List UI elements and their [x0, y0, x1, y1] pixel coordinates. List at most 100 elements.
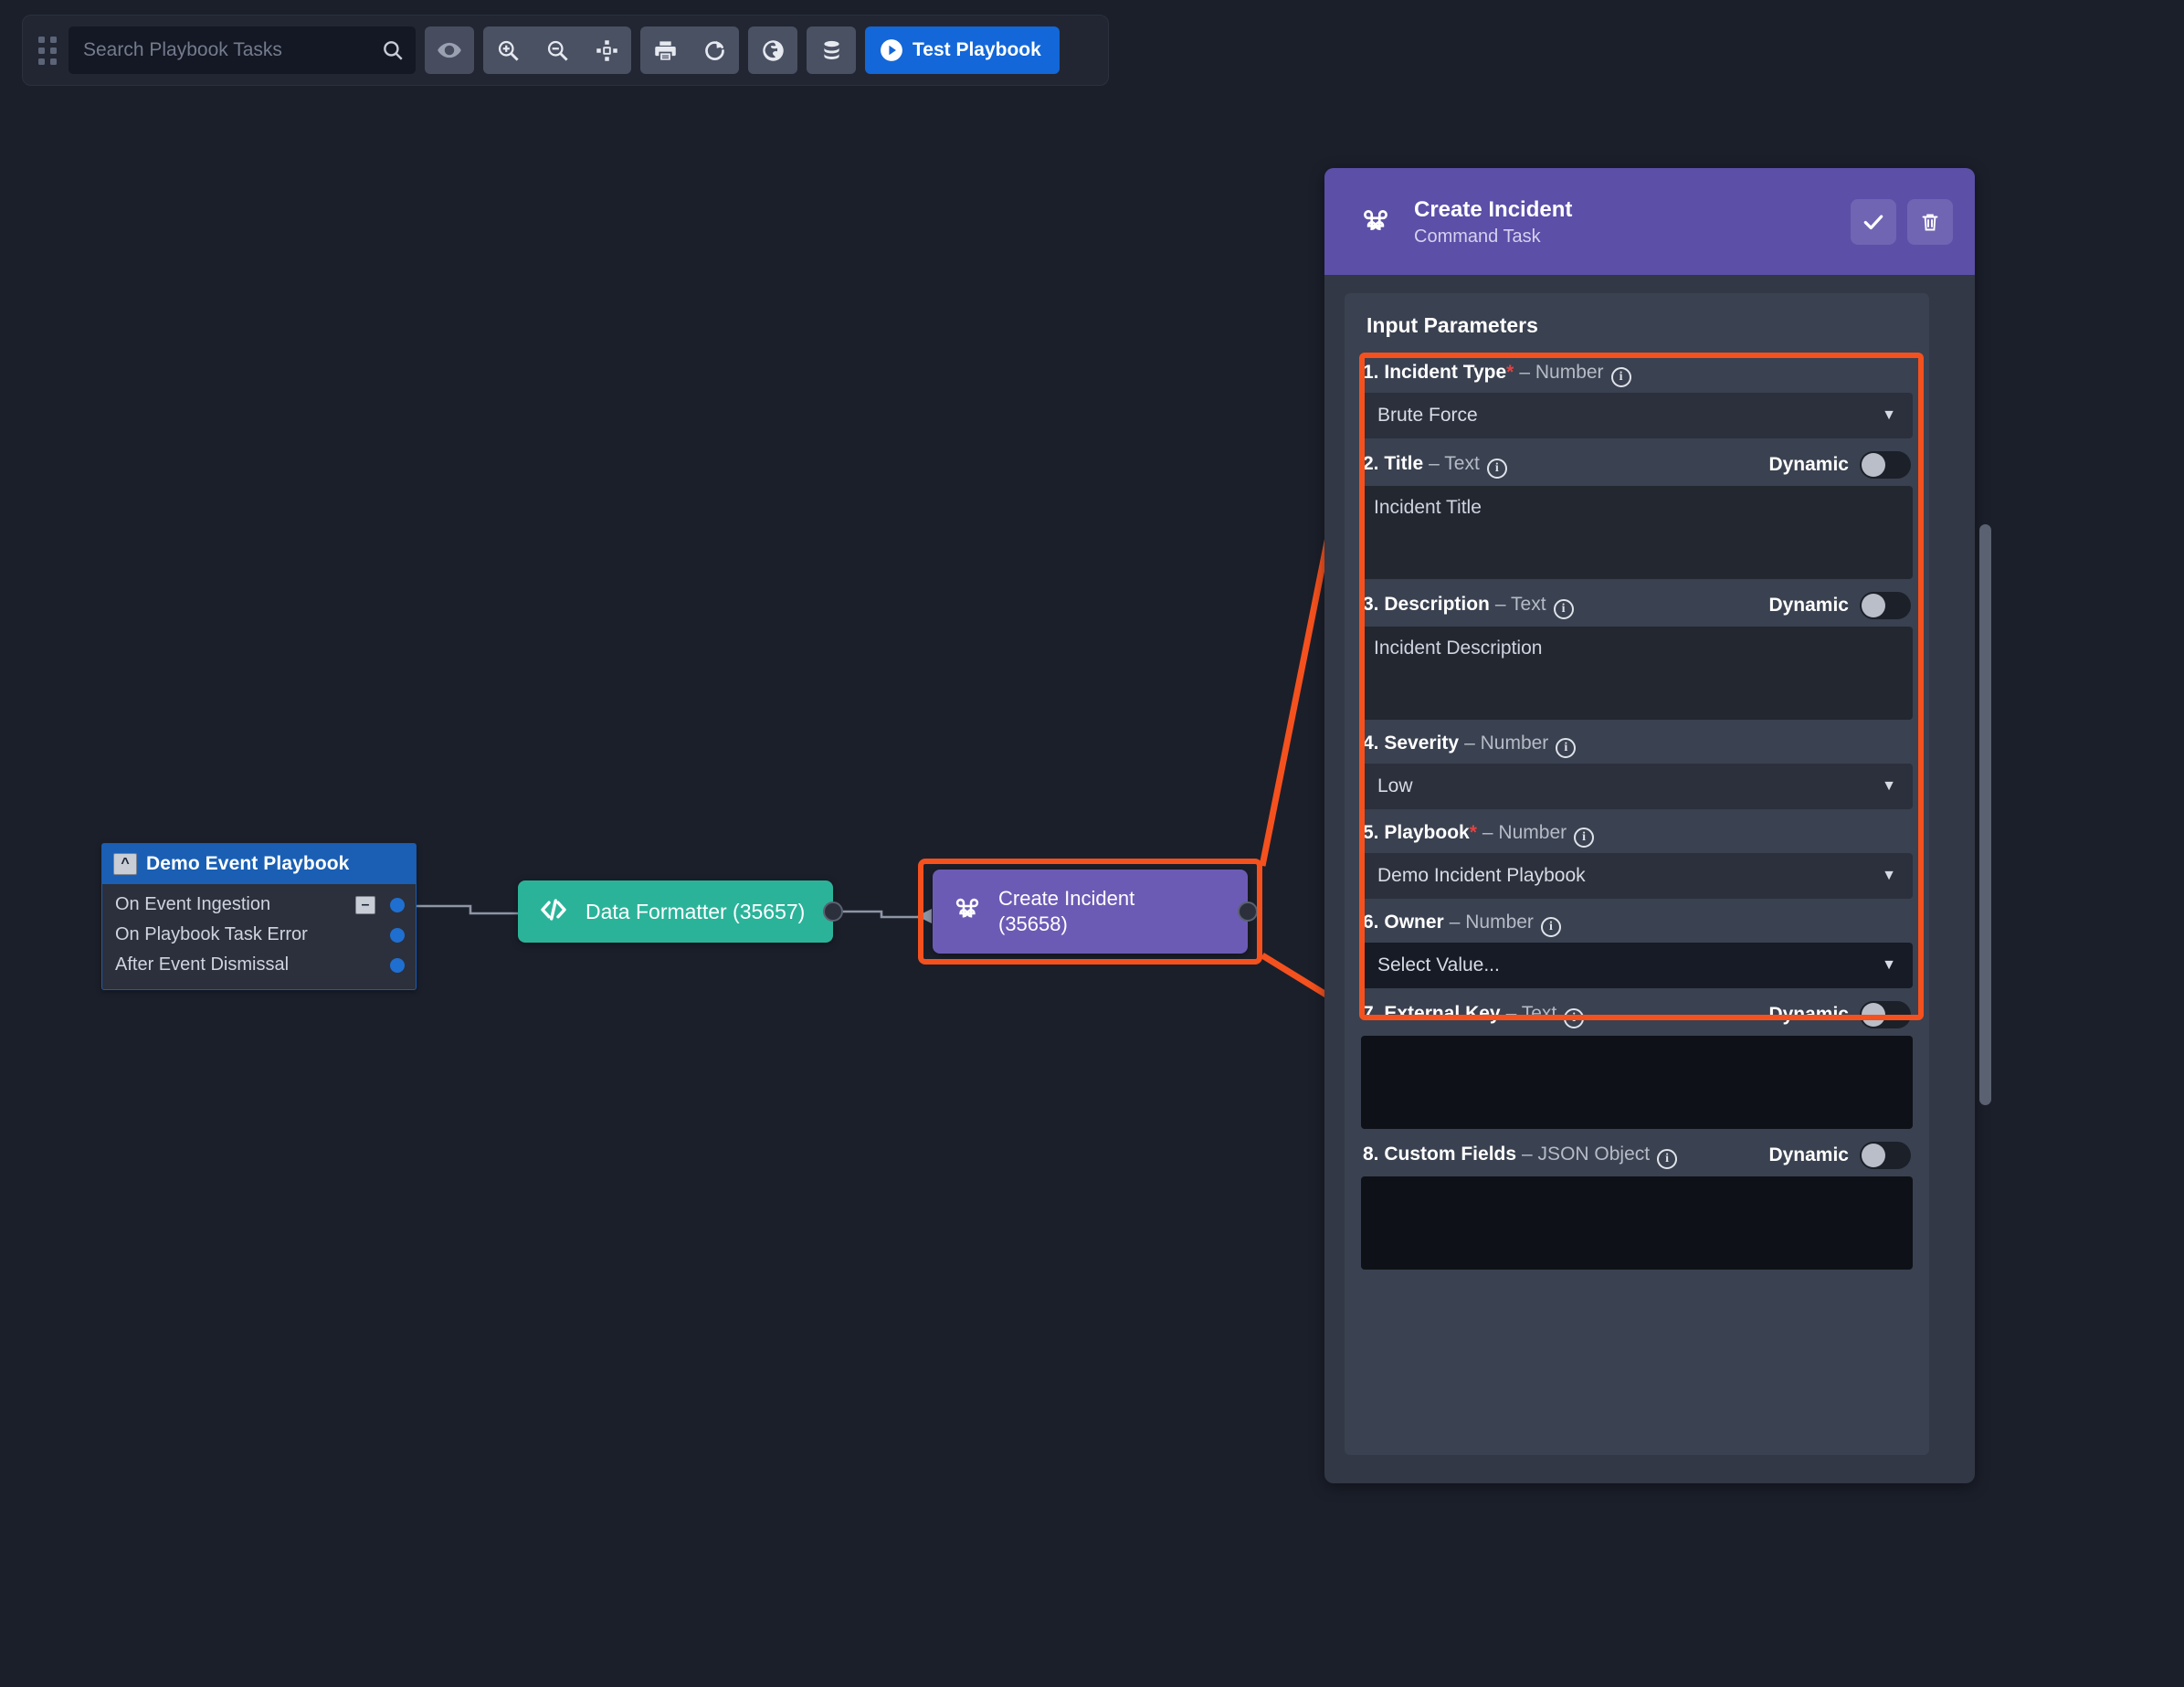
dynamic-toggle[interactable]	[1860, 1142, 1911, 1169]
incident-type-select[interactable]: Brute Force ▼	[1361, 393, 1913, 438]
test-playbook-button[interactable]: Test Playbook	[865, 26, 1060, 74]
fit-screen-icon[interactable]	[582, 26, 631, 74]
trigger-row-label: After Event Dismissal	[115, 954, 289, 975]
globe-icon[interactable]	[748, 26, 797, 74]
refresh-icon[interactable]	[690, 26, 739, 74]
info-icon[interactable]: i	[1487, 459, 1507, 479]
dynamic-toggle[interactable]	[1860, 592, 1911, 619]
trigger-node[interactable]: ^ Demo Event Playbook On Event Ingestion…	[101, 843, 417, 990]
dynamic-toggle-wrap: Dynamic	[1768, 1001, 1911, 1028]
param-label: 2. Title – Text i	[1363, 453, 1507, 477]
param-label: 1. Incident Type* – Number i	[1363, 362, 1631, 385]
param-type: – Number	[1464, 733, 1548, 754]
zoom-button-group	[483, 26, 631, 74]
param-label: 5. Playbook* – Number i	[1363, 822, 1594, 846]
param-title: 2. Title – Text i Dynamic Incident Title	[1361, 442, 1913, 583]
panel-header-subtitle: Command Task	[1414, 227, 1851, 248]
param-type: – JSON Object	[1522, 1144, 1650, 1165]
database-button-group	[807, 26, 856, 74]
param-type: – Text	[1506, 1003, 1557, 1025]
param-type: – Number	[1482, 822, 1567, 844]
zoom-in-icon[interactable]	[483, 26, 533, 74]
trigger-row-on-event-ingestion[interactable]: On Event Ingestion –	[102, 890, 416, 920]
toggle-knob	[1862, 453, 1885, 477]
page-title: Create Incident	[1414, 197, 1572, 222]
severity-select[interactable]: Low ▼	[1361, 764, 1913, 809]
required-marker: *	[1470, 822, 1477, 843]
save-button[interactable]	[1851, 199, 1896, 245]
create-node-id: (35658)	[998, 912, 1068, 935]
parameters-list: 1. Incident Type* – Number i Brute Force…	[1345, 353, 1929, 1292]
output-port[interactable]	[390, 958, 405, 973]
description-textarea[interactable]: Incident Description	[1361, 627, 1913, 720]
command-key-icon	[1357, 206, 1394, 237]
param-index: 4.	[1363, 733, 1379, 754]
chevron-down-icon: ▼	[1882, 407, 1896, 424]
playbook-select[interactable]: Demo Incident Playbook ▼	[1361, 853, 1913, 899]
search-icon[interactable]	[381, 38, 405, 62]
trigger-row-on-playbook-task-error[interactable]: On Playbook Task Error	[102, 920, 416, 950]
param-label-row: 6. Owner – Number i	[1361, 912, 1913, 943]
trigger-row-after-event-dismissal[interactable]: After Event Dismissal	[102, 950, 416, 980]
param-index: 6.	[1363, 912, 1379, 933]
command-key-icon	[953, 895, 982, 929]
chevron-down-icon: ▼	[1882, 778, 1896, 795]
create-incident-node[interactable]: Create Incident (35658)	[933, 870, 1248, 954]
owner-select[interactable]: Select Value... ▼	[1361, 943, 1913, 988]
param-index: 1.	[1363, 362, 1379, 383]
toggle-knob	[1862, 594, 1885, 617]
info-icon[interactable]: i	[1574, 828, 1594, 848]
playbook-trigger-icon: ^	[113, 853, 137, 875]
title-textarea[interactable]: Incident Title	[1361, 486, 1913, 579]
dynamic-toggle-wrap: Dynamic	[1768, 451, 1911, 479]
param-label-row: 7. External Key – Text i Dynamic	[1361, 1001, 1913, 1036]
dynamic-toggle[interactable]	[1860, 451, 1911, 479]
data-formatter-node[interactable]: Data Formatter (35657)	[518, 880, 833, 943]
eye-icon[interactable]	[425, 26, 474, 74]
toggle-knob	[1862, 1003, 1885, 1027]
create-incident-node-label: Create Incident (35658)	[998, 886, 1134, 937]
dynamic-label: Dynamic	[1768, 1144, 1849, 1166]
input-parameters-title: Input Parameters	[1345, 293, 1929, 353]
info-icon[interactable]: i	[1556, 738, 1576, 758]
info-icon[interactable]: i	[1657, 1149, 1677, 1169]
toggle-knob	[1862, 1144, 1885, 1167]
code-brackets-icon	[538, 894, 569, 930]
param-label-row: 5. Playbook* – Number i	[1361, 822, 1913, 853]
zoom-out-icon[interactable]	[533, 26, 582, 74]
trigger-node-header: ^ Demo Event Playbook	[102, 844, 416, 884]
external-key-textarea[interactable]	[1361, 1036, 1913, 1129]
printer-icon[interactable]	[640, 26, 690, 74]
search-box[interactable]	[69, 26, 416, 74]
custom-fields-textarea[interactable]	[1361, 1176, 1913, 1270]
output-port[interactable]	[390, 928, 405, 943]
dynamic-toggle[interactable]	[1860, 1001, 1911, 1028]
globe-button-group	[748, 26, 797, 74]
param-type: – Text	[1495, 594, 1546, 616]
trigger-row-label: On Event Ingestion	[115, 894, 270, 915]
param-label-row: 2. Title – Text i Dynamic	[1361, 451, 1913, 486]
dynamic-toggle-wrap: Dynamic	[1768, 1142, 1911, 1169]
info-icon[interactable]: i	[1541, 917, 1561, 937]
info-icon[interactable]: i	[1611, 367, 1631, 387]
output-port[interactable]	[823, 901, 843, 922]
output-port[interactable]	[390, 898, 405, 912]
output-port[interactable]	[1238, 901, 1258, 922]
info-icon[interactable]: i	[1554, 599, 1574, 619]
param-incident-type: 1. Incident Type* – Number i Brute Force…	[1361, 353, 1913, 442]
delete-button[interactable]	[1907, 199, 1953, 245]
param-label: 8. Custom Fields – JSON Object i	[1363, 1144, 1677, 1167]
chevron-down-icon: ▼	[1882, 868, 1896, 884]
collapse-icon[interactable]: –	[355, 896, 375, 914]
select-value: Brute Force	[1377, 405, 1478, 427]
search-input[interactable]	[83, 39, 381, 61]
drag-grid-icon[interactable]	[36, 32, 59, 69]
param-type: – Number	[1450, 912, 1534, 933]
param-label-row: 1. Incident Type* – Number i	[1361, 362, 1913, 393]
param-owner: 6. Owner – Number i Select Value... ▼	[1361, 902, 1913, 992]
info-icon[interactable]: i	[1564, 1008, 1584, 1028]
param-name: Owner	[1384, 912, 1443, 933]
database-icon[interactable]	[807, 26, 856, 74]
panel-scrollbar-thumb[interactable]	[1979, 524, 1991, 1105]
create-node-title: Create Incident	[998, 887, 1134, 910]
